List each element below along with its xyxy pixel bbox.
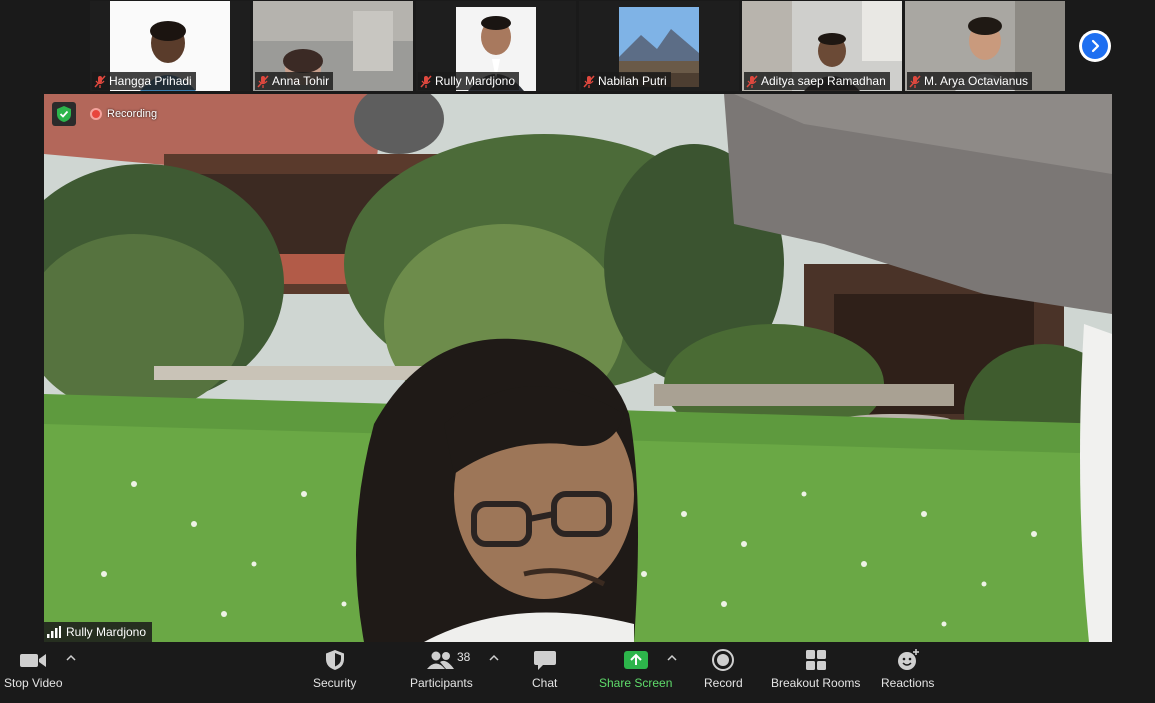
chat-label: Chat [532, 676, 558, 690]
encryption-shield[interactable] [52, 102, 76, 126]
participant-name: Hangga Prihadi [109, 74, 192, 88]
participant-name: M. Arya Octavianus [924, 74, 1029, 88]
breakout-rooms-label: Breakout Rooms [771, 676, 861, 690]
participant-name: Aditya saep Ramadhan [761, 74, 886, 88]
participant-tile[interactable]: Hangga Prihadi [90, 1, 250, 91]
record-icon [712, 649, 735, 671]
active-speaker-video: Recording Rully Mardjono [44, 94, 1112, 642]
participant-strip: Hangga Prihadi Anna Tohir Rully Mardjono… [0, 0, 1155, 92]
video-feed [44, 94, 1112, 642]
share-screen-icon [623, 651, 648, 669]
participant-tile[interactable]: Rully Mardjono [416, 1, 576, 91]
recording-dot-icon [90, 108, 102, 120]
record-button[interactable]: Record [704, 646, 743, 696]
next-page-button[interactable] [1079, 30, 1111, 62]
participants-count: 38 [457, 650, 471, 664]
video-camera-icon [20, 654, 47, 667]
reactions-label: Reactions [881, 676, 935, 690]
participant-tile[interactable]: M. Arya Octavianus [905, 1, 1065, 91]
participant-tile[interactable]: Aditya saep Ramadhan [742, 1, 902, 91]
caret-up-icon[interactable] [667, 654, 677, 662]
chevron-right-icon [1091, 39, 1100, 53]
caret-up-icon[interactable] [66, 654, 76, 662]
participant-tile[interactable]: Nabilah Putri [579, 1, 739, 91]
share-screen-label: Share Screen [599, 676, 673, 690]
chat-button[interactable]: Chat [532, 646, 557, 696]
breakout-rooms-button[interactable]: Breakout Rooms [771, 646, 860, 696]
mic-muted-icon [909, 74, 921, 88]
meeting-toolbar: Stop Video Security Participants 38 Chat… [0, 642, 1155, 703]
participant-name-bar: Aditya saep Ramadhan [744, 72, 890, 90]
speaker-name: Rully Mardjono [66, 625, 147, 639]
stop-video-label: Stop Video [4, 676, 63, 690]
participants-label: Participants [410, 676, 473, 690]
recording-label: Recording [107, 108, 158, 120]
shield-check-icon [57, 106, 71, 122]
participant-name: Nabilah Putri [598, 74, 667, 88]
participant-tile[interactable]: Anna Tohir [253, 1, 413, 91]
participants-icon [427, 651, 455, 669]
participant-name-bar: Hangga Prihadi [92, 72, 196, 90]
security-button[interactable]: Security [313, 646, 356, 696]
participant-name-bar: M. Arya Octavianus [907, 72, 1033, 90]
mic-muted-icon [257, 74, 269, 88]
record-label: Record [704, 676, 743, 690]
security-shield-icon [325, 650, 344, 670]
security-label: Security [313, 676, 357, 690]
reactions-button[interactable]: Reactions [881, 646, 934, 696]
participant-name: Rully Mardjono [435, 74, 516, 88]
mic-muted-icon [746, 74, 758, 88]
stop-video-button[interactable]: Stop Video [4, 646, 63, 696]
participant-name-bar: Nabilah Putri [581, 72, 671, 90]
mic-muted-icon [583, 74, 595, 88]
participant-name-bar: Rully Mardjono [418, 72, 520, 90]
breakout-rooms-icon [805, 650, 826, 670]
mic-muted-icon [94, 74, 106, 88]
share-screen-button[interactable]: Share Screen [599, 646, 672, 696]
participant-name: Anna Tohir [272, 74, 330, 88]
speaker-name-bar: Rully Mardjono [44, 622, 153, 642]
recording-indicator[interactable]: Recording [86, 105, 161, 123]
mic-muted-icon [420, 74, 432, 88]
reactions-icon [897, 649, 919, 670]
signal-bars-icon [47, 626, 61, 638]
participant-name-bar: Anna Tohir [255, 72, 334, 90]
caret-up-icon[interactable] [489, 654, 499, 662]
chat-bubble-icon [533, 651, 556, 670]
